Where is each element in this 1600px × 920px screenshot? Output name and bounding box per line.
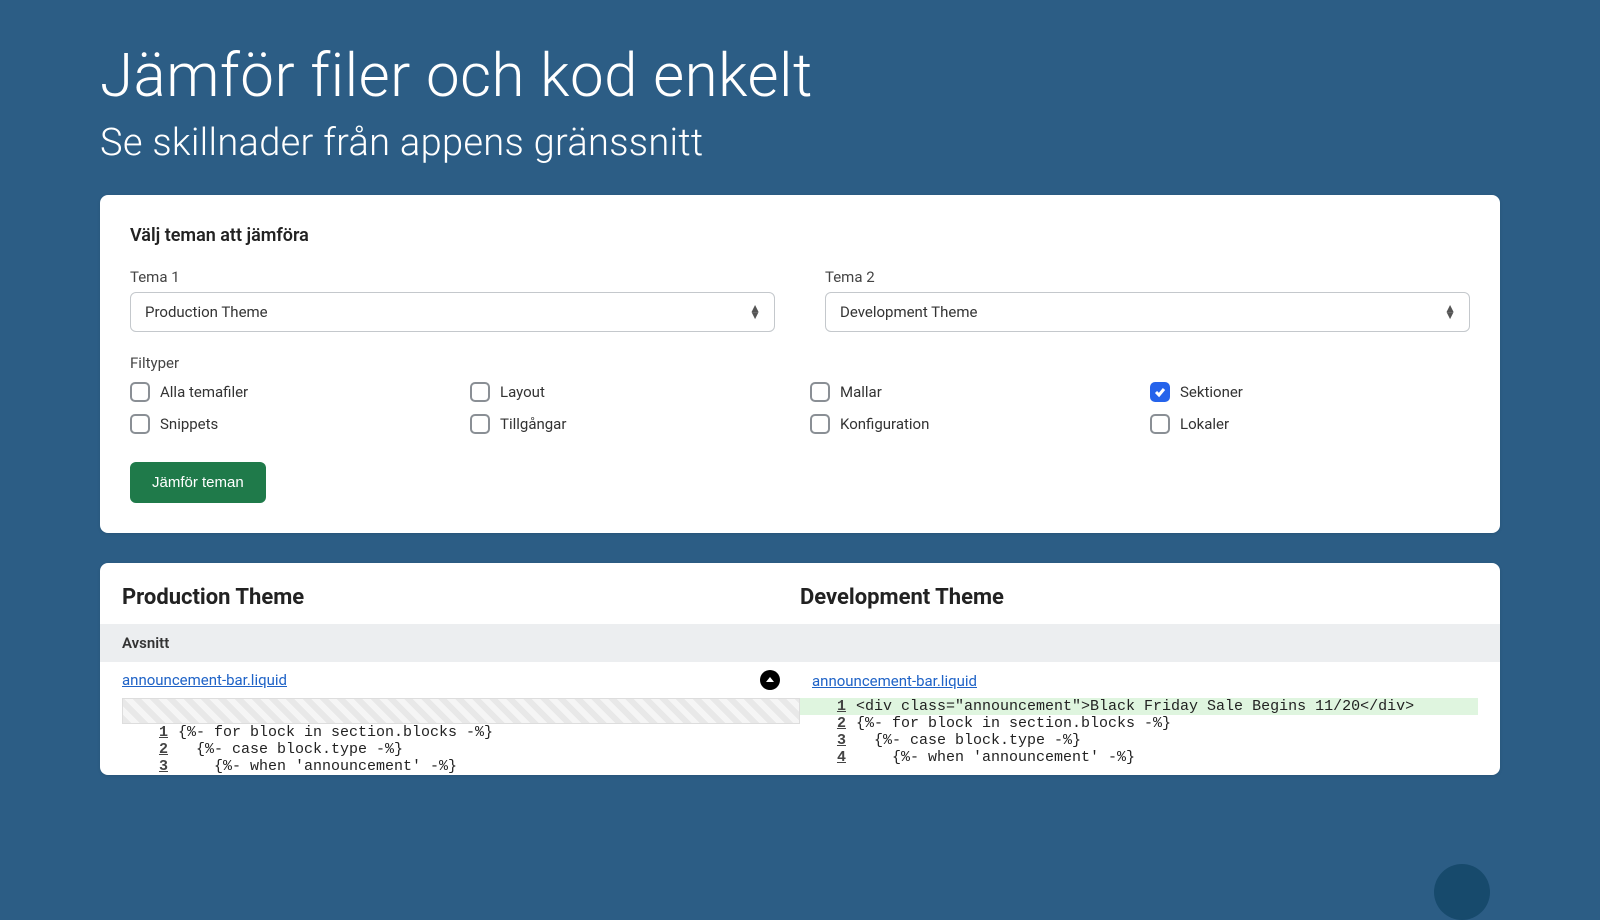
checkbox-label: Snippets [160, 415, 218, 433]
right-file-link[interactable]: announcement-bar.liquid [812, 672, 977, 690]
compare-panel-title: Välj teman att jämföra [130, 225, 1470, 246]
code-text: {%- when 'announcement' -%} [856, 749, 1478, 766]
code-line: 1<div class="announcement">Black Friday … [800, 698, 1478, 715]
theme1-select[interactable]: Production Theme [130, 292, 775, 332]
checkbox-label: Konfiguration [840, 415, 929, 433]
checkbox-mallar[interactable]: Mallar [810, 382, 1130, 402]
checkbox-box[interactable] [1150, 382, 1170, 402]
checkbox-box[interactable] [470, 414, 490, 434]
diff-right-title: Development Theme [800, 585, 1478, 610]
line-number: 3 [800, 732, 856, 749]
code-text: {%- for block in section.blocks -%} [178, 724, 800, 741]
checkbox-konfiguration[interactable]: Konfiguration [810, 414, 1130, 434]
left-code-column: 1{%- for block in section.blocks -%}2 {%… [122, 698, 800, 775]
theme2-label: Tema 2 [825, 268, 1470, 286]
checkbox-alla-temafiler[interactable]: Alla temafiler [130, 382, 450, 402]
code-line: 2{%- for block in section.blocks -%} [800, 715, 1478, 732]
checkbox-lokaler[interactable]: Lokaler [1150, 414, 1470, 434]
right-code-column: 1<div class="announcement">Black Friday … [800, 698, 1478, 775]
checkbox-box[interactable] [810, 414, 830, 434]
hero: Jämför filer och kod enkelt Se skillnade… [0, 0, 1600, 195]
line-number: 2 [800, 715, 856, 732]
hero-subtitle: Se skillnader från appens gränssnitt [100, 121, 1500, 165]
line-number: 3 [122, 758, 178, 775]
line-number: 1 [122, 724, 178, 741]
filetypes-grid: Alla temafiler Layout Mallar Sektioner Snipp… [130, 382, 1470, 434]
code-line: 3 {%- case block.type -%} [800, 732, 1478, 749]
hero-title: Jämför filer och kod enkelt [100, 40, 1500, 111]
theme2-select[interactable]: Development Theme [825, 292, 1470, 332]
theme1-label: Tema 1 [130, 268, 775, 286]
floating-action-button[interactable] [1434, 864, 1490, 920]
line-number: 2 [122, 741, 178, 758]
checkbox-box[interactable] [1150, 414, 1170, 434]
checkbox-label: Alla temafiler [160, 383, 248, 401]
checkbox-box[interactable] [470, 382, 490, 402]
code-text: {%- for block in section.blocks -%} [856, 715, 1478, 732]
filetypes-label: Filtyper [130, 354, 1470, 372]
line-number: 4 [800, 749, 856, 766]
checkbox-layout[interactable]: Layout [470, 382, 790, 402]
diff-left-title: Production Theme [122, 585, 800, 610]
line-number: 1 [800, 698, 856, 715]
checkbox-tillgångar[interactable]: Tillgångar [470, 414, 790, 434]
checkbox-box[interactable] [130, 382, 150, 402]
compare-button[interactable]: Jämför teman [130, 462, 266, 503]
checkbox-label: Layout [500, 383, 545, 401]
diff-panel: Production Theme Development Theme Avsni… [100, 563, 1500, 775]
diff-section-header: Avsnitt [100, 624, 1500, 662]
collapse-icon[interactable] [760, 670, 780, 690]
code-text: {%- when 'announcement' -%} [178, 758, 800, 775]
compare-panel: Välj teman att jämföra Tema 1 Production… [100, 195, 1500, 533]
left-file-link[interactable]: announcement-bar.liquid [122, 671, 287, 689]
checkbox-sektioner[interactable]: Sektioner [1150, 382, 1470, 402]
code-line: 3 {%- when 'announcement' -%} [122, 758, 800, 775]
code-text: {%- case block.type -%} [856, 732, 1478, 749]
checkbox-box[interactable] [130, 414, 150, 434]
code-text: {%- case block.type -%} [178, 741, 800, 758]
checkbox-box[interactable] [810, 382, 830, 402]
checkbox-snippets[interactable]: Snippets [130, 414, 450, 434]
code-text: <div class="announcement">Black Friday S… [856, 698, 1478, 715]
checkbox-label: Sektioner [1180, 383, 1243, 401]
checkbox-label: Mallar [840, 383, 882, 401]
checkbox-label: Tillgångar [500, 415, 566, 433]
code-line: 1{%- for block in section.blocks -%} [122, 724, 800, 741]
diff-gap-stripe [122, 698, 800, 724]
code-line: 4 {%- when 'announcement' -%} [800, 749, 1478, 766]
checkbox-label: Lokaler [1180, 415, 1229, 433]
code-line: 2 {%- case block.type -%} [122, 741, 800, 758]
